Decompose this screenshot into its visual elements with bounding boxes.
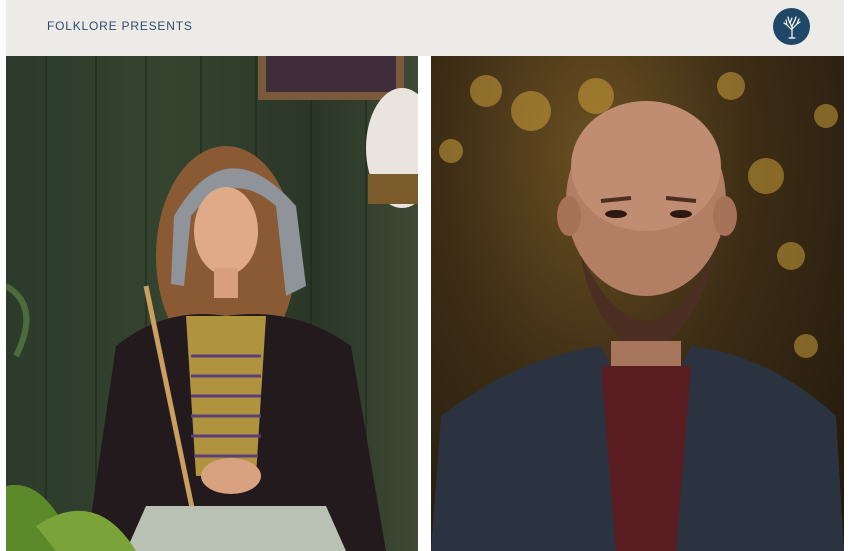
artist-photo-left[interactable] xyxy=(6,56,418,551)
photo-gap xyxy=(418,56,431,551)
tree-logo-icon[interactable] xyxy=(773,8,810,45)
man-portrait-illustration xyxy=(431,72,844,551)
tree-icon xyxy=(782,15,801,39)
site-header: FOLKLORE PRESENTS xyxy=(6,0,844,56)
brand-title[interactable]: FOLKLORE PRESENTS xyxy=(47,19,193,33)
woman-portrait-illustration xyxy=(6,56,418,551)
artist-photo-right[interactable] xyxy=(431,56,844,551)
